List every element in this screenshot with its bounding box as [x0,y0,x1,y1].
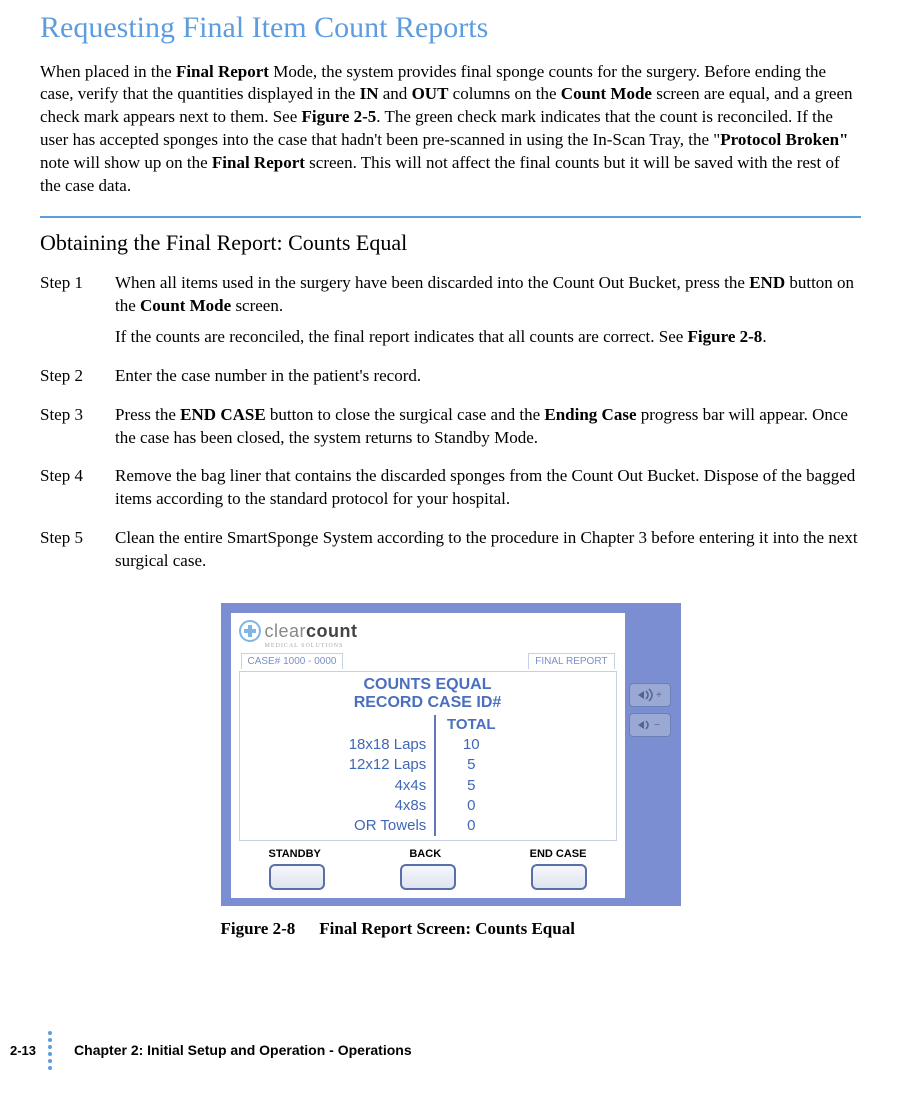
count-row-label: 4x8s [349,796,427,816]
svg-text:−: − [654,720,660,731]
count-row-value: 5 [436,755,506,775]
brand-text: clearcount [265,619,358,643]
count-table: 18x18 Laps12x12 Laps4x4s4x8sOR Towels TO… [244,715,612,837]
end-case-label: END CASE [530,847,587,862]
total-header: TOTAL [436,715,506,735]
divider [40,216,861,218]
figure-number: Figure 2-8 [221,919,296,938]
figure-2-8: clearcount MEDICAL SOLUTIONS CASE# 1000 … [221,603,681,941]
status-row: CASE# 1000 - 0000 FINAL REPORT [239,653,617,670]
step-body: Clean the entire SmartSponge System acco… [115,527,861,581]
count-row-value: 10 [436,735,506,755]
panel-headline-2: RECORD CASE ID# [244,694,612,712]
count-labels-column: 18x18 Laps12x12 Laps4x4s4x8sOR Towels [349,715,437,837]
standby-label: STANDBY [269,847,321,862]
device-screen: clearcount MEDICAL SOLUTIONS CASE# 1000 … [231,613,625,898]
count-row-value: 0 [436,816,506,836]
step-label: Step 2 [40,365,115,396]
count-values-column: TOTAL 105500 [436,715,506,837]
device-bezel: clearcount MEDICAL SOLUTIONS CASE# 1000 … [221,603,681,906]
count-row-label: 18x18 Laps [349,735,427,755]
text-bold: Figure 2-5 [302,107,377,126]
volume-down-button[interactable]: − [629,713,671,737]
text: If the counts are reconciled, the final … [115,327,688,346]
back-label: BACK [409,847,441,862]
step: Step 1When all items used in the surgery… [40,272,861,357]
text: note will show up on the [40,153,212,172]
footer-dots-icon [48,1031,52,1070]
brand-bold: count [306,621,358,641]
svg-text:+: + [656,690,662,701]
text-bold: OUT [412,84,449,103]
standby-button[interactable] [269,864,325,890]
count-row-label: OR Towels [349,816,427,836]
count-row-label: 12x12 Laps [349,755,427,775]
text-bold: END [749,273,785,292]
text: When all items used in the surgery have … [115,273,749,292]
step-body: Press the END CASE button to close the s… [115,404,861,458]
page-footer: 2-13 Chapter 2: Initial Setup and Operat… [40,1031,861,1070]
text: Press the [115,405,180,424]
counts-panel: COUNTS EQUAL RECORD CASE ID# 18x18 Laps1… [239,671,617,841]
text-bold: Figure 2-8 [688,327,763,346]
intro-paragraph: When placed in the Final Report Mode, th… [40,61,861,199]
text-bold: Final Report [212,153,305,172]
step-label: Step 1 [40,272,115,357]
text-bold: END CASE [180,405,266,424]
brand-subtitle: MEDICAL SOLUTIONS [265,642,617,650]
text-bold: IN [360,84,379,103]
figure-caption: Figure 2-8 Final Report Screen: Counts Eq… [221,918,681,941]
text: Clean the entire SmartSponge System acco… [115,528,858,570]
panel-headline-1: COUNTS EQUAL [244,676,612,694]
step-label: Step 4 [40,465,115,519]
subsection-title: Obtaining the Final Report: Counts Equal [40,228,861,258]
text-bold: Final Report [176,62,269,81]
page-number: 2-13 [10,1042,36,1060]
step: Step 5Clean the entire SmartSponge Syste… [40,527,861,581]
count-row-value: 5 [436,776,506,796]
text: and [379,84,412,103]
text-bold: Protocol Broken" [720,130,848,149]
button-labels-row: STANDBY BACK END CASE [239,841,617,862]
text: columns on the [448,84,560,103]
count-row-value: 0 [436,796,506,816]
text-bold: Ending Case [544,405,636,424]
side-controls: + − [625,613,671,737]
figure-title: Final Report Screen: Counts Equal [319,919,575,938]
text: Remove the bag liner that contains the d… [115,466,855,508]
steps-list: Step 1When all items used in the surgery… [40,272,861,581]
step-body: Remove the bag liner that contains the d… [115,465,861,519]
brand-row: clearcount [239,619,617,643]
chapter-label: Chapter 2: Initial Setup and Operation -… [74,1041,412,1060]
step-body: Enter the case number in the patient's r… [115,365,861,396]
text: button to close the surgical case and th… [266,405,545,424]
clearcount-logo-icon [239,620,261,642]
step: Step 3Press the END CASE button to close… [40,404,861,458]
step-label: Step 5 [40,527,115,581]
step: Step 2Enter the case number in the patie… [40,365,861,396]
count-row-label: 4x4s [349,776,427,796]
brand-light: clear [265,621,307,641]
hardware-buttons-row [239,862,617,890]
step: Step 4Remove the bag liner that contains… [40,465,861,519]
back-button[interactable] [400,864,456,890]
volume-up-button[interactable]: + [629,683,671,707]
case-number-label: CASE# 1000 - 0000 [241,653,344,670]
text: Enter the case number in the patient's r… [115,366,421,385]
step-label: Step 3 [40,404,115,458]
end-case-button[interactable] [531,864,587,890]
text-bold: Count Mode [561,84,652,103]
text: . [762,327,766,346]
step-body: When all items used in the surgery have … [115,272,861,357]
text: When placed in the [40,62,176,81]
mode-label: FINAL REPORT [528,653,614,670]
section-title: Requesting Final Item Count Reports [40,8,861,49]
figure-wrapper: clearcount MEDICAL SOLUTIONS CASE# 1000 … [40,603,861,941]
text-bold: Count Mode [140,296,231,315]
text: screen. [231,296,283,315]
